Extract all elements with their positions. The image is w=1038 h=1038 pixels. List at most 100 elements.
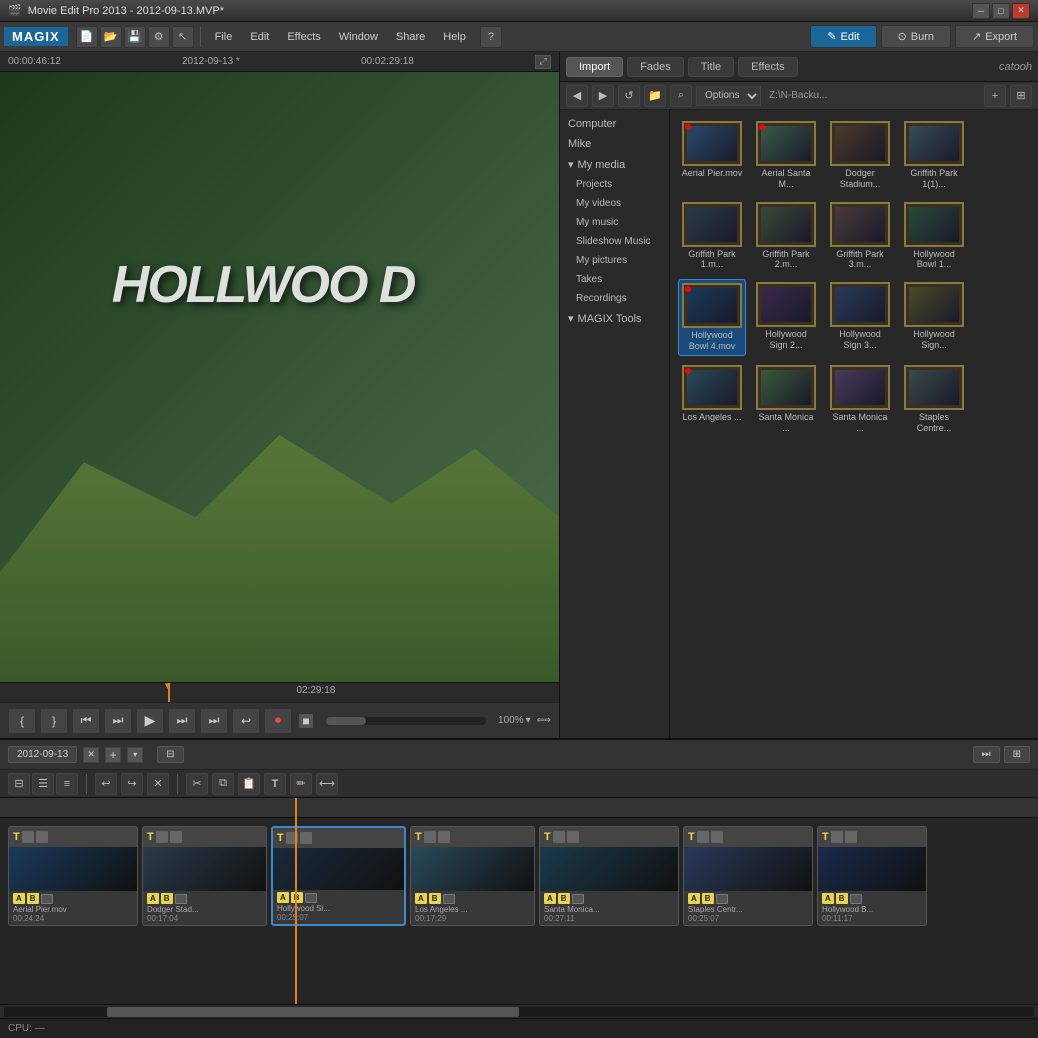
nav-projects[interactable]: Projects [560,175,669,194]
nav-mypictures[interactable]: My pictures [560,251,669,270]
timeline-end-button[interactable]: ⏭ [973,746,1000,763]
file-item[interactable]: Hollywood Sign... [900,279,968,356]
scrubbar[interactable] [326,717,486,725]
open-button[interactable]: 📂 [100,26,122,48]
effects-button[interactable]: ✏ [290,773,312,795]
delete-button[interactable]: ✕ [147,773,169,795]
file-item[interactable]: Griffith Park 2.m... [752,199,820,274]
timeline-clip[interactable]: T A B Dodger Stad... 00:17:04 [142,826,267,926]
tab-title[interactable]: Title [688,57,734,77]
help-icon[interactable]: ? [480,26,502,48]
grid-view-button[interactable]: ⊞ [1010,85,1032,107]
file-item[interactable]: Dodger Stadium... [826,118,894,193]
menu-edit[interactable]: Edit [242,27,277,47]
file-item[interactable]: Aerial Pier.mov [678,118,746,193]
file-item[interactable]: Santa Monica ... [826,362,894,437]
timeline-clip[interactable]: T A B Hollywood B... 00:11:17 [817,826,927,926]
text-button[interactable]: T [264,773,286,795]
file-item[interactable]: Aerial Santa M... [752,118,820,193]
nav-computer[interactable]: Computer [560,114,669,134]
tab-fades[interactable]: Fades [627,57,684,77]
file-item[interactable]: Los Angeles ... [678,362,746,437]
end-button[interactable]: ⏭ [168,708,196,734]
mark-out-button[interactable]: } [40,708,68,734]
nav-myvideos[interactable]: My videos [560,194,669,213]
file-item[interactable]: Griffith Park 1.m... [678,199,746,274]
menu-effects[interactable]: Effects [279,27,328,47]
window-controls[interactable]: ─ □ ✕ [972,3,1030,19]
preview-progress-bar[interactable]: 02:29:18 [0,682,559,702]
timeline-mode-button[interactable]: ☰ [32,773,54,795]
storyboard-view-button[interactable]: ⊟ [157,746,183,763]
start-button[interactable]: ⏭ [104,708,132,734]
stop-button[interactable]: ■ [298,713,314,729]
timeline-clip[interactable]: T A B Santa Monica... 00:27:11 [539,826,679,926]
timeline-clip[interactable]: T A B Staples Centr... 00:25:07 [683,826,813,926]
new-button[interactable]: 📄 [76,26,98,48]
minimize-button[interactable]: ─ [972,3,990,19]
timeline-clip[interactable]: T A B Hollywood Si... 00:25:07 [271,826,406,926]
menu-window[interactable]: Window [331,27,386,47]
storyboard-mode-button[interactable]: ⊟ [8,773,30,795]
settings-button[interactable]: ⚙ [148,26,170,48]
folder-button[interactable]: 📁 [644,85,666,107]
file-item[interactable]: Staples Centre... [900,362,968,437]
horizontal-scrollbar[interactable] [4,1007,1034,1017]
forward-button[interactable]: ▶ [592,85,614,107]
nav-slideshow[interactable]: Slideshow Music [560,232,669,251]
nav-magixtools[interactable]: ▾ MAGIX Tools [560,308,669,329]
preview-expand-button[interactable]: ⤢ [535,55,551,69]
file-item[interactable]: Hollywood Bowl 1... [900,199,968,274]
menu-share[interactable]: Share [388,27,433,47]
loop-button[interactable]: ↩ [232,708,260,734]
file-item[interactable]: Santa Monica ... [752,362,820,437]
menu-help[interactable]: Help [435,27,474,47]
mark-in-button[interactable]: { [8,708,36,734]
tab-burn-top[interactable]: ⊙ Burn [881,25,951,48]
add-button[interactable]: + [984,85,1006,107]
transitions-button[interactable]: ⟷ [316,773,338,795]
record-button[interactable]: ⏺ [264,708,292,734]
redo-button[interactable]: ↪ [121,773,143,795]
next-frame-button[interactable]: ⏭ [200,708,228,734]
scrollbar-thumb[interactable] [107,1007,519,1017]
file-item[interactable]: Hollywood Sign 2... [752,279,820,356]
refresh-button[interactable]: ↺ [618,85,640,107]
cursor-button[interactable]: ↖ [172,26,194,48]
timeline-add-button[interactable]: + [105,747,121,763]
timeline-clip[interactable]: T A B Los Angeles ... 00:17:29 [410,826,535,926]
menu-file[interactable]: File [207,27,241,47]
nav-recordings[interactable]: Recordings [560,289,669,308]
tab-import[interactable]: Import [566,57,623,77]
maximize-button[interactable]: □ [992,3,1010,19]
zoom-expand-icon[interactable]: ⟺ [537,715,551,726]
file-item[interactable]: Griffith Park 3.m... [826,199,894,274]
timeline-dropdown-button[interactable]: ▾ [127,747,143,763]
save-button[interactable]: 💾 [124,26,146,48]
cut-button[interactable]: ✂ [186,773,208,795]
list-mode-button[interactable]: ≡ [56,773,78,795]
paste-button[interactable]: 📋 [238,773,260,795]
close-button[interactable]: ✕ [1012,3,1030,19]
tab-export-top[interactable]: ↗ Export [955,25,1034,48]
back-button[interactable]: ◀ [566,85,588,107]
tab-edit-top[interactable]: ✎ Edit [810,25,876,48]
file-item[interactable]: Hollywood Bowl 4.mov [678,279,746,356]
play-button[interactable]: ▶ [136,708,164,734]
nav-mike[interactable]: Mike [560,134,669,154]
nav-mymusic[interactable]: My music [560,213,669,232]
nav-takes[interactable]: Takes [560,270,669,289]
copy-button[interactable]: ⧉ [212,773,234,795]
timeline-close-button[interactable]: ✕ [83,747,99,763]
timeline-tab[interactable]: 2012-09-13 [8,746,77,763]
file-item[interactable]: Hollywood Sign 3... [826,279,894,356]
undo-button[interactable]: ↩ [95,773,117,795]
nav-mymedia[interactable]: ▾ My media [560,154,669,175]
file-item[interactable]: Griffith Park 1(1)... [900,118,968,193]
zoom-dropdown-icon[interactable]: ▾ [526,715,531,726]
tab-effects[interactable]: Effects [738,57,797,77]
timeline-extra-button[interactable]: ⊞ [1004,746,1030,763]
bottom-scrollbar[interactable] [0,1004,1038,1018]
timeline-clip[interactable]: T A B Aerial Pier.mov 00:24:24 [8,826,138,926]
options-dropdown[interactable]: Options [696,86,761,106]
